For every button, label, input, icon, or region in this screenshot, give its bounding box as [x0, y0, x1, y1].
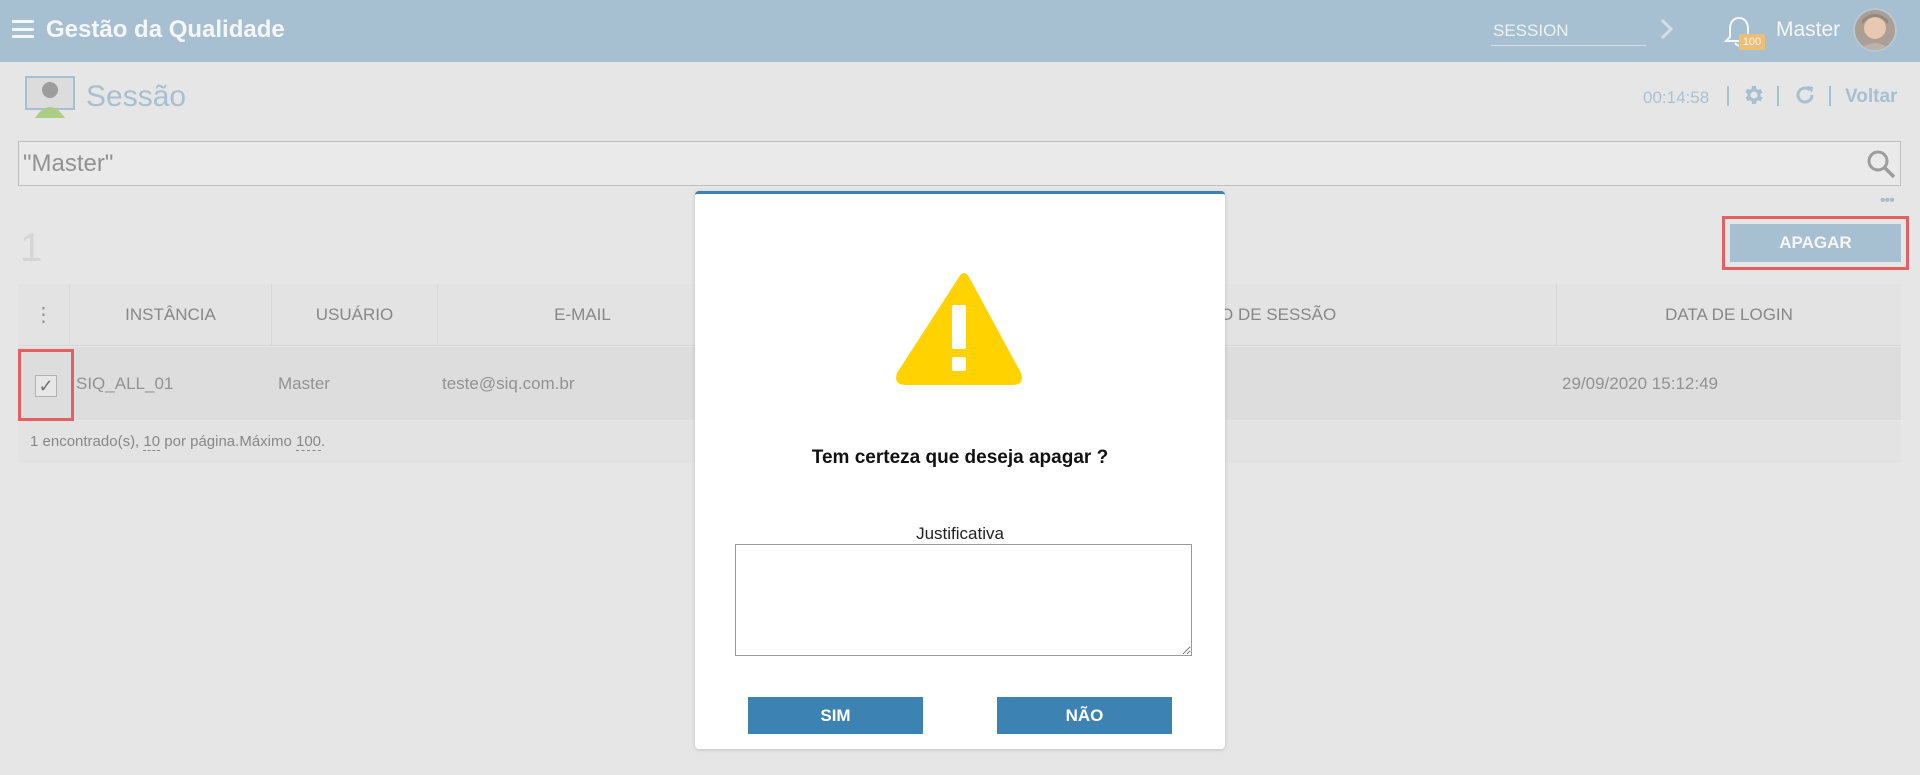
justification-label: Justificativa [916, 524, 1004, 543]
no-button[interactable]: NÃO [997, 697, 1172, 734]
confirm-dialog: Tem certeza que deseja apagar ? Justific… [695, 191, 1225, 749]
dialog-question: Tem certeza que deseja apagar ? [811, 447, 1109, 468]
yes-button[interactable]: SIM [748, 697, 923, 734]
justification-field[interactable] [735, 544, 1192, 656]
warning-icon [896, 273, 1022, 385]
